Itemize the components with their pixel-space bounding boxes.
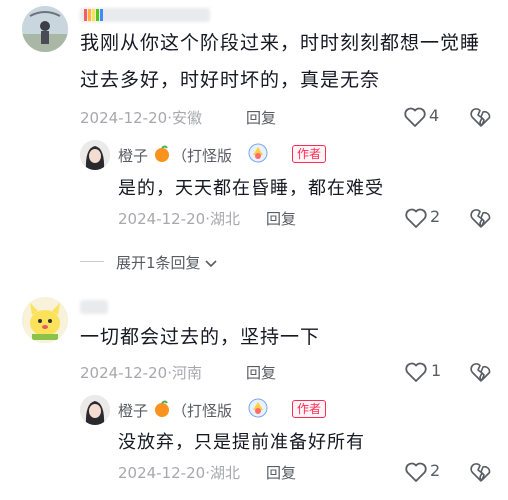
comment-meta: 2024-12-20·河南 <box>80 362 202 383</box>
reply-button[interactable]: 回复 <box>266 208 296 229</box>
commenter-username[interactable] <box>80 300 108 314</box>
like-count: 4 <box>429 106 440 125</box>
reply-location: 湖北 <box>209 464 240 482</box>
sticker-icon <box>248 143 268 163</box>
like-count: 2 <box>430 461 441 480</box>
comment-text-line-1: 我刚从你这个阶段过来，时时刻刻都想一觉睡 <box>80 32 481 54</box>
expand-replies-button[interactable]: 展开1条回复 <box>116 252 217 273</box>
reply-date: 2024-12-20 <box>118 210 206 228</box>
author-avatar[interactable] <box>80 140 110 170</box>
comment-location: 安徽 <box>171 109 202 127</box>
broken-heart-icon[interactable] <box>469 207 493 229</box>
comment-text: 一切都会过去的，坚持一下 <box>80 326 321 348</box>
reply-text: 没放弃，只是提前准备好所有 <box>118 432 365 453</box>
avatar-image <box>22 297 68 343</box>
broken-heart-icon[interactable] <box>469 106 493 128</box>
author-avatar-image <box>80 140 110 170</box>
author-tag: （打怪版 <box>172 402 233 420</box>
reply-location: 湖北 <box>209 210 240 228</box>
author-badge: 作者 <box>292 400 327 418</box>
expand-replies-label: 展开1条回复 <box>116 254 201 272</box>
chevron-down-icon <box>205 259 217 267</box>
comment-date: 2024-12-20 <box>80 364 168 382</box>
comment-date: 2024-12-20 <box>80 109 168 127</box>
reply-button[interactable]: 回复 <box>246 362 276 383</box>
heart-outline-icon[interactable] <box>403 106 427 128</box>
comment-location: 河南 <box>171 364 202 382</box>
reply-date: 2024-12-20 <box>118 464 206 482</box>
reply-text: 是的，天天都在昏睡，都在难受 <box>118 178 384 199</box>
author-avatar-image <box>80 395 110 425</box>
avatar-image <box>22 6 68 52</box>
author-username[interactable]: 橙子 <box>118 145 148 166</box>
author-username[interactable]: 橙子 <box>118 400 148 421</box>
comment-text-line-2: 过去多好，时好时坏的，真是无奈 <box>80 69 381 91</box>
rainbow-badge-icon <box>84 9 103 21</box>
expand-divider <box>80 261 104 262</box>
broken-heart-icon[interactable] <box>469 461 493 483</box>
comment-meta: 2024-12-20·安徽 <box>80 107 202 128</box>
reply-button[interactable]: 回复 <box>266 462 296 483</box>
like-count: 2 <box>430 207 441 226</box>
reply-button[interactable]: 回复 <box>246 107 276 128</box>
author-badge: 作者 <box>292 145 327 163</box>
orange-icon <box>155 145 169 162</box>
author-avatar[interactable] <box>80 395 110 425</box>
reply-meta: 2024-12-20·湖北 <box>118 462 240 483</box>
heart-outline-icon[interactable] <box>404 207 428 229</box>
commenter-avatar[interactable] <box>22 6 68 52</box>
heart-outline-icon[interactable] <box>404 361 428 383</box>
sticker-icon <box>248 398 268 418</box>
orange-icon <box>155 400 169 417</box>
broken-heart-icon[interactable] <box>469 361 493 383</box>
like-count: 1 <box>431 361 442 380</box>
author-tag: （打怪版 <box>172 147 233 165</box>
reply-meta: 2024-12-20·湖北 <box>118 208 240 229</box>
commenter-avatar[interactable] <box>22 297 68 343</box>
heart-outline-icon[interactable] <box>404 461 428 483</box>
